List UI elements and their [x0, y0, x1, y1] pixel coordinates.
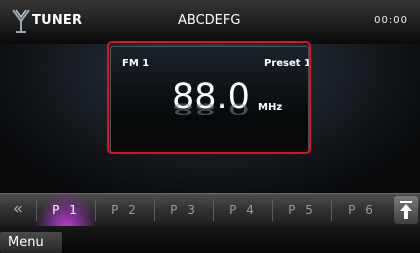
top-bar: TUNER ABCDEFG 00:00: [0, 0, 420, 44]
arrow-up-icon: [400, 201, 412, 219]
station-name: ABCDEFG: [178, 13, 241, 28]
menu-label[interactable]: Menu: [8, 235, 44, 250]
preset-bar: « P 1 P 2 P 3 P 4 P 5 P 6: [0, 193, 420, 226]
preset-button-1[interactable]: P 1: [37, 194, 95, 226]
source-label[interactable]: TUNER: [32, 13, 82, 28]
preset-up-button[interactable]: [394, 196, 418, 224]
preset-button-5[interactable]: P 5: [273, 194, 331, 226]
highlight-frame: [107, 41, 311, 154]
bottom-bar: [0, 226, 420, 253]
preset-button-6[interactable]: P 6: [332, 194, 392, 226]
preset-button-2[interactable]: P 2: [96, 194, 154, 226]
preset-button-3[interactable]: P 3: [155, 194, 213, 226]
preset-button-4[interactable]: P 4: [214, 194, 272, 226]
preset-prev-button[interactable]: «: [0, 194, 36, 226]
antenna-icon: [12, 9, 30, 33]
clock: 00:00: [374, 15, 408, 26]
